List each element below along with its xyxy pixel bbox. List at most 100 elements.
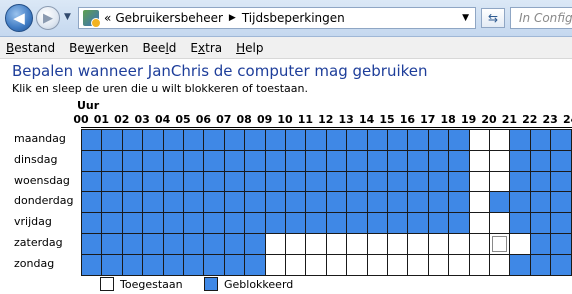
schedule-cell-woensdag-02[interactable] <box>121 170 144 193</box>
schedule-cell-vrijdag-20[interactable] <box>489 212 511 234</box>
refresh-button[interactable]: ⇆ <box>481 8 505 28</box>
schedule-cell-vrijdag-21[interactable] <box>509 212 531 234</box>
schedule-cell-vrijdag-19[interactable] <box>468 212 490 234</box>
schedule-cell-vrijdag-00[interactable] <box>81 212 103 234</box>
schedule-cell-zondag-22[interactable] <box>529 253 552 276</box>
schedule-cell-maandag-17[interactable] <box>427 129 450 151</box>
schedule-cell-dinsdag-00[interactable] <box>81 149 103 172</box>
schedule-cell-vrijdag-18[interactable] <box>448 212 470 234</box>
schedule-cell-zondag-13[interactable] <box>346 253 368 276</box>
schedule-cell-maandag-16[interactable] <box>407 129 429 151</box>
schedule-cell-zondag-01[interactable] <box>101 253 123 276</box>
schedule-cell-donderdag-03[interactable] <box>142 191 164 214</box>
schedule-cell-maandag-03[interactable] <box>142 129 164 151</box>
schedule-cell-dinsdag-08[interactable] <box>244 149 266 172</box>
schedule-cell-maandag-23[interactable] <box>550 129 572 151</box>
schedule-cell-maandag-22[interactable] <box>529 129 552 151</box>
schedule-cell-vrijdag-13[interactable] <box>346 212 368 234</box>
schedule-cell-dinsdag-16[interactable] <box>407 149 429 172</box>
breadcrumb-separator[interactable]: ▶ <box>229 13 236 23</box>
schedule-cell-maandag-11[interactable] <box>305 129 327 151</box>
schedule-cell-maandag-04[interactable] <box>162 129 184 151</box>
schedule-cell-zaterdag-03[interactable] <box>142 233 164 255</box>
schedule-cell-vrijdag-03[interactable] <box>142 212 164 234</box>
schedule-cell-dinsdag-17[interactable] <box>427 149 450 172</box>
schedule-cell-donderdag-00[interactable] <box>81 191 103 214</box>
schedule-cell-zaterdag-08[interactable] <box>244 233 266 255</box>
schedule-cell-maandag-19[interactable] <box>468 129 490 151</box>
schedule-cell-zaterdag-05[interactable] <box>183 233 205 255</box>
schedule-cell-zaterdag-02[interactable] <box>121 233 144 255</box>
schedule-cell-vrijdag-23[interactable] <box>550 212 572 234</box>
schedule-cell-zaterdag-09[interactable] <box>264 233 286 255</box>
schedule-cell-woensdag-14[interactable] <box>366 170 388 193</box>
schedule-cell-donderdag-22[interactable] <box>529 191 552 214</box>
schedule-cell-woensdag-03[interactable] <box>142 170 164 193</box>
schedule-cell-zondag-19[interactable] <box>468 253 490 276</box>
schedule-cell-maandag-20[interactable] <box>489 129 511 151</box>
schedule-cell-donderdag-08[interactable] <box>244 191 266 214</box>
schedule-cell-maandag-09[interactable] <box>264 129 286 151</box>
schedule-cell-woensdag-07[interactable] <box>223 170 246 193</box>
schedule-cell-vrijdag-06[interactable] <box>203 212 225 234</box>
schedule-cell-donderdag-04[interactable] <box>162 191 184 214</box>
schedule-cell-woensdag-11[interactable] <box>305 170 327 193</box>
schedule-cell-vrijdag-12[interactable] <box>325 212 348 234</box>
schedule-cell-dinsdag-21[interactable] <box>509 149 531 172</box>
schedule-cell-donderdag-09[interactable] <box>264 191 286 214</box>
schedule-cell-vrijdag-07[interactable] <box>223 212 246 234</box>
schedule-cell-woensdag-15[interactable] <box>387 170 409 193</box>
schedule-cell-zondag-17[interactable] <box>427 253 450 276</box>
schedule-cell-woensdag-00[interactable] <box>81 170 103 193</box>
schedule-cell-maandag-14[interactable] <box>366 129 388 151</box>
schedule-cell-zaterdag-15[interactable] <box>387 233 409 255</box>
schedule-cell-donderdag-21[interactable] <box>509 191 531 214</box>
schedule-cell-zondag-14[interactable] <box>366 253 388 276</box>
schedule-cell-zondag-18[interactable] <box>448 253 470 276</box>
forward-button[interactable]: ▶ <box>36 6 60 30</box>
schedule-cell-woensdag-04[interactable] <box>162 170 184 193</box>
schedule-cell-dinsdag-15[interactable] <box>387 149 409 172</box>
schedule-cell-zaterdag-22[interactable] <box>529 233 552 255</box>
schedule-cell-woensdag-23[interactable] <box>550 170 572 193</box>
schedule-cell-dinsdag-02[interactable] <box>121 149 144 172</box>
schedule-cell-dinsdag-11[interactable] <box>305 149 327 172</box>
schedule-cell-dinsdag-01[interactable] <box>101 149 123 172</box>
schedule-cell-donderdag-11[interactable] <box>305 191 327 214</box>
schedule-cell-zondag-23[interactable] <box>550 253 572 276</box>
schedule-cell-vrijdag-01[interactable] <box>101 212 123 234</box>
schedule-cell-dinsdag-19[interactable] <box>468 149 490 172</box>
schedule-cell-zondag-09[interactable] <box>264 253 286 276</box>
schedule-cell-woensdag-01[interactable] <box>101 170 123 193</box>
schedule-cell-donderdag-05[interactable] <box>183 191 205 214</box>
schedule-cell-maandag-06[interactable] <box>203 129 225 151</box>
schedule-cell-zondag-10[interactable] <box>285 253 307 276</box>
schedule-cell-zondag-07[interactable] <box>223 253 246 276</box>
schedule-cell-zaterdag-20[interactable] <box>489 233 511 255</box>
schedule-cell-dinsdag-22[interactable] <box>529 149 552 172</box>
schedule-cell-zondag-04[interactable] <box>162 253 184 276</box>
breadcrumb-tijdsbeperkingen[interactable]: Tijdsbeperkingen <box>242 11 345 25</box>
schedule-cell-dinsdag-14[interactable] <box>366 149 388 172</box>
schedule-cell-woensdag-19[interactable] <box>468 170 490 193</box>
schedule-cell-vrijdag-04[interactable] <box>162 212 184 234</box>
schedule-cell-zondag-05[interactable] <box>183 253 205 276</box>
schedule-cell-donderdag-18[interactable] <box>448 191 470 214</box>
menu-help[interactable]: Help <box>229 37 270 59</box>
schedule-cell-zaterdag-23[interactable] <box>550 233 572 255</box>
schedule-cell-woensdag-06[interactable] <box>203 170 225 193</box>
schedule-cell-dinsdag-03[interactable] <box>142 149 164 172</box>
schedule-cell-donderdag-19[interactable] <box>468 191 490 214</box>
schedule-cell-donderdag-10[interactable] <box>285 191 307 214</box>
schedule-cell-woensdag-18[interactable] <box>448 170 470 193</box>
schedule-cell-woensdag-10[interactable] <box>285 170 307 193</box>
schedule-cell-vrijdag-09[interactable] <box>264 212 286 234</box>
address-bar[interactable]: « Gebruikersbeheer ▶ Tijdsbeperkingen ▼ <box>78 7 476 29</box>
schedule-cell-zaterdag-07[interactable] <box>223 233 246 255</box>
schedule-cell-dinsdag-10[interactable] <box>285 149 307 172</box>
schedule-cell-maandag-15[interactable] <box>387 129 409 151</box>
schedule-cell-zaterdag-19[interactable] <box>468 233 490 255</box>
schedule-cell-dinsdag-07[interactable] <box>223 149 246 172</box>
schedule-cell-woensdag-13[interactable] <box>346 170 368 193</box>
schedule-cell-zondag-20[interactable] <box>489 253 511 276</box>
